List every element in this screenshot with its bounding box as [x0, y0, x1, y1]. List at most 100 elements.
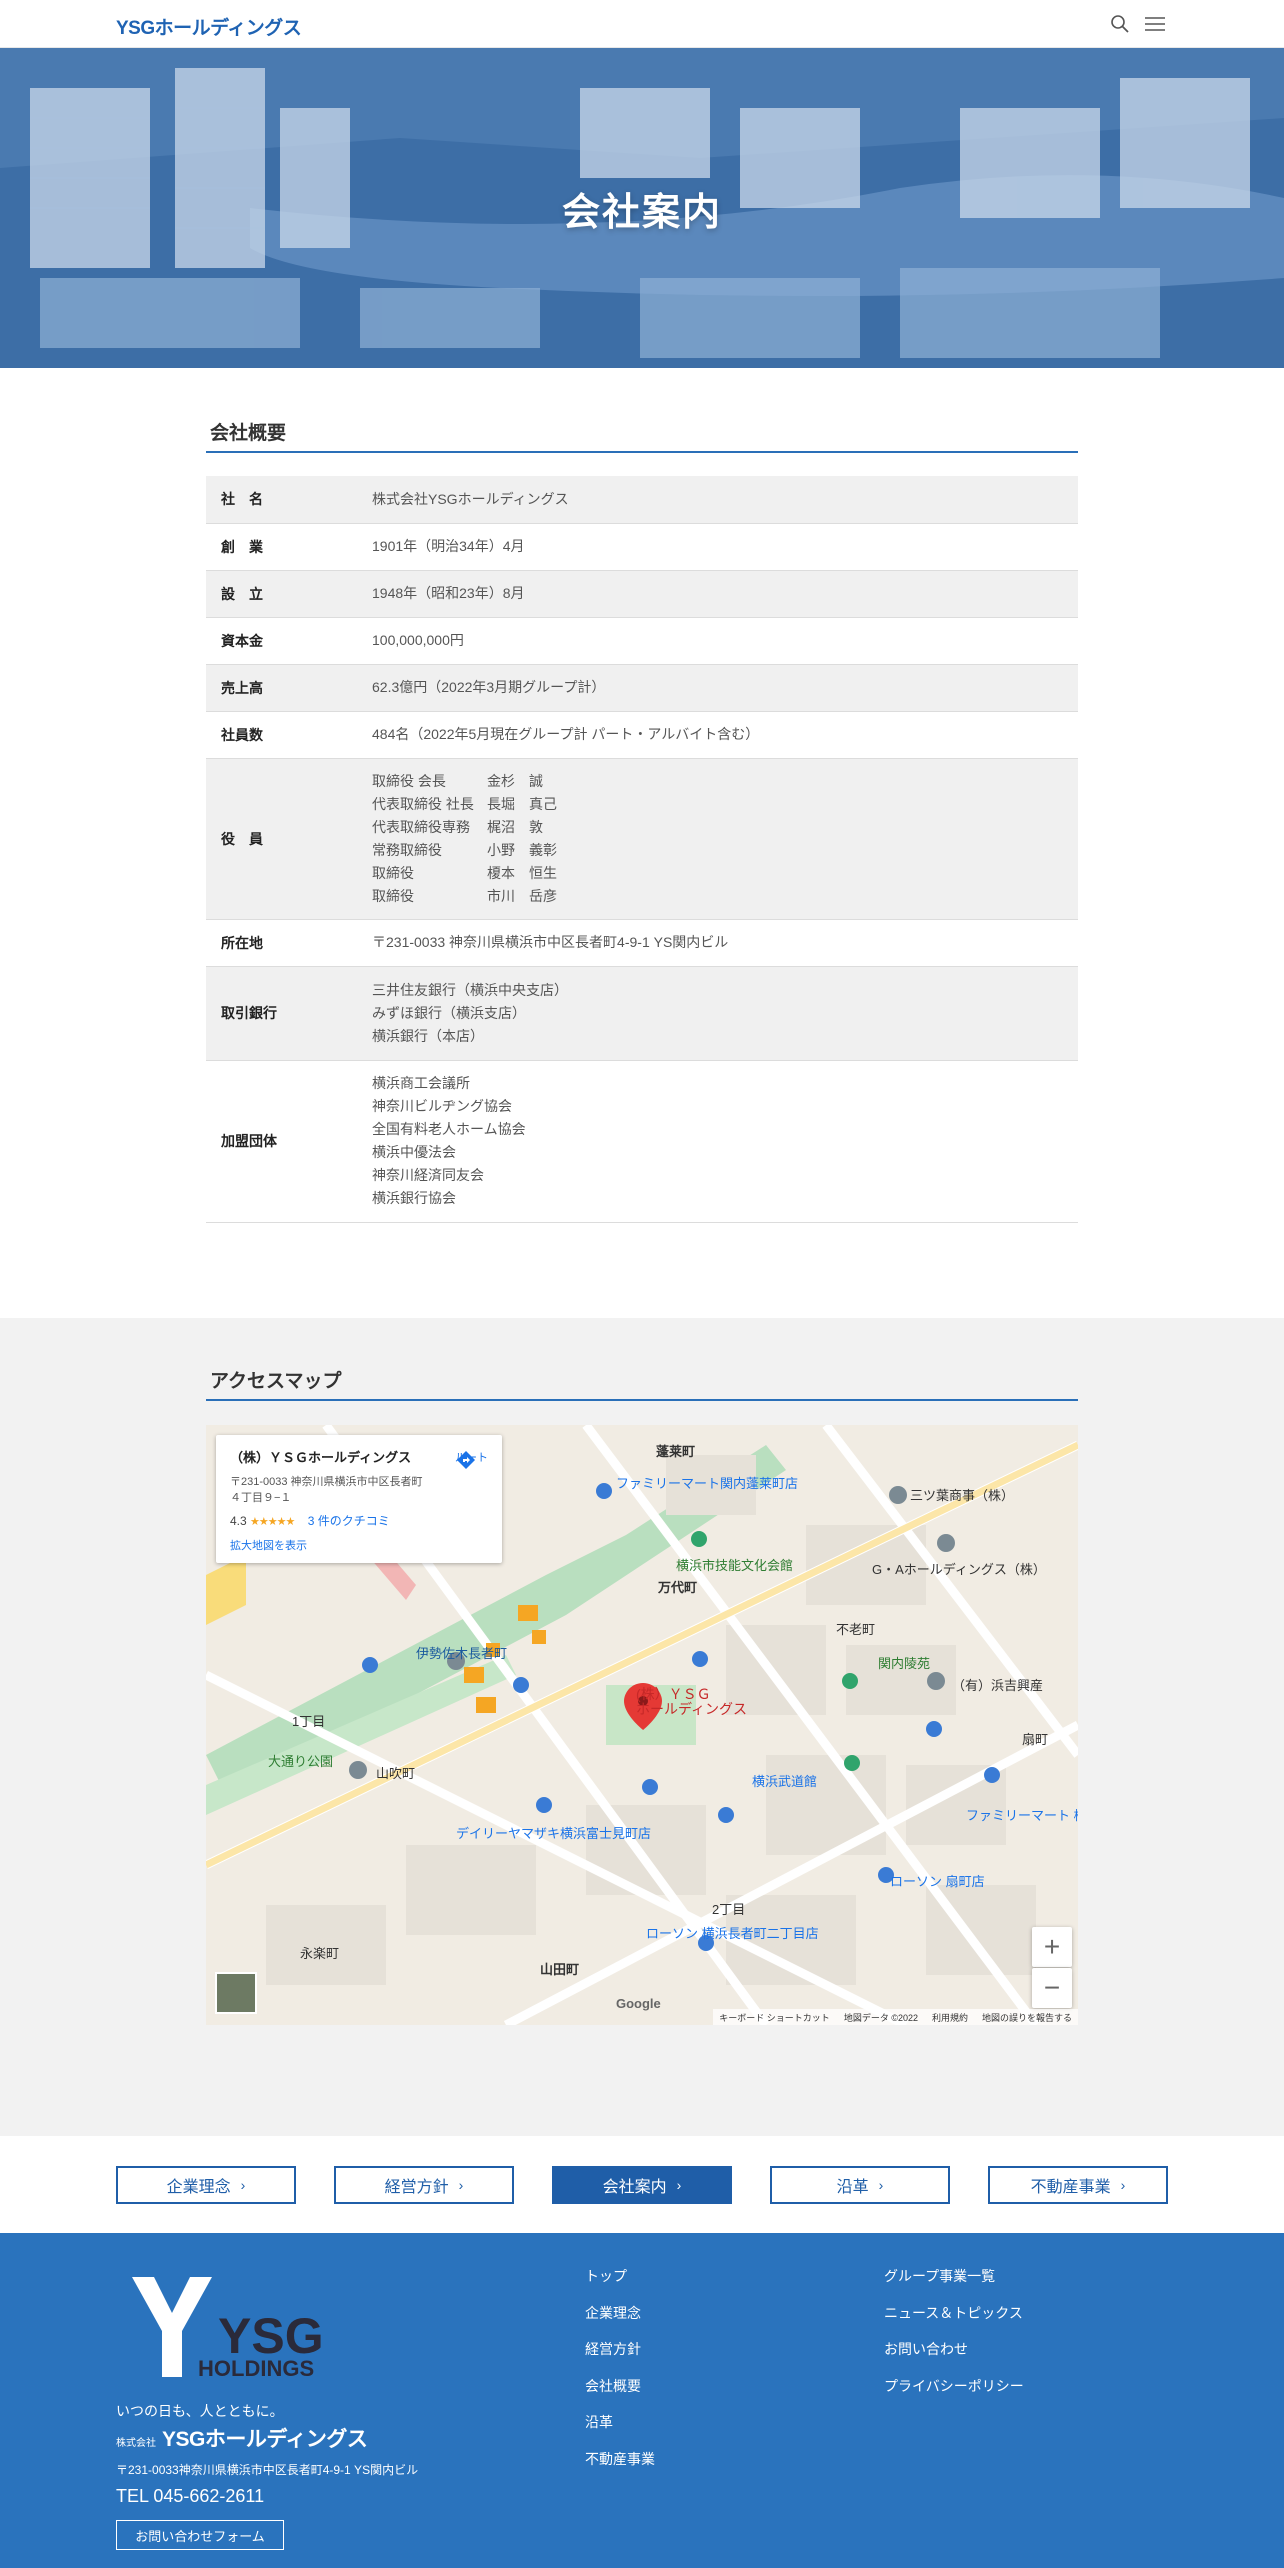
chevron-right-icon: › — [878, 2177, 884, 2193]
ysg-holdings-logo[interactable]: YSG HOLDINGS — [128, 2273, 348, 2383]
place-rating: 4.3 ★★★★★ 3 件のクチコミ — [230, 1514, 390, 1528]
row-value: 1901年（明治34年）4月 — [372, 538, 525, 554]
row-value: 1948年（昭和23年）8月 — [372, 585, 525, 601]
row-label: 役 員 — [221, 830, 263, 847]
footer-tel[interactable]: TEL 045-662-2611 — [116, 2486, 264, 2507]
map-label[interactable]: ローソン 扇町店 — [890, 1871, 985, 1890]
table-row: 加盟団体 横浜商工会議所 神奈川ビルヂング協会 全国有料老人ホーム協会 横浜中優… — [206, 1060, 1078, 1222]
officer-entry: 代表取締役専務 梶沼 敦 — [372, 818, 543, 835]
chevron-right-icon: › — [676, 2177, 682, 2193]
footer-link[interactable]: 経営方針 — [585, 2341, 655, 2378]
table-row: 売上高 62.3億円（2022年3月期グループ計） — [206, 664, 1078, 711]
reviews-link[interactable]: 3 件のクチコミ — [308, 1514, 390, 1528]
table-row: 役 員 取締役 会長 金杉 誠 代表取締役 社長 長堀 真己 代表取締役専務 梶沼 敦… — [206, 758, 1078, 919]
keyboard-shortcuts-link[interactable]: キーボード ショートカット — [719, 2011, 830, 2024]
officer-entry: 取締役 会長 金杉 誠 — [372, 772, 543, 789]
map-label[interactable]: 横浜武道館 — [752, 1771, 817, 1790]
enlarge-map-link[interactable]: 拡大地図を表示 — [230, 1537, 488, 1553]
search-icon[interactable] — [1110, 14, 1130, 34]
row-label: 創 業 — [221, 538, 263, 555]
map-label[interactable]: ファミリーマート 横浜ポートピア横浜 — [966, 1805, 1078, 1824]
map-label: 関内陵苑 — [878, 1656, 931, 1671]
chevron-right-icon: › — [458, 2177, 464, 2193]
map-label: 大通り公園 — [268, 1754, 334, 1769]
footer-link[interactable]: お問い合わせ — [884, 2341, 1024, 2378]
site-footer: YSG HOLDINGS いつの日も、人とともに。 株式会社 YSGホールディン… — [0, 2233, 1284, 2568]
footer-tagline: いつの日も、人とともに。 — [116, 2403, 284, 2419]
map-label[interactable]: デイリーヤマザキ横浜富士見町店 — [456, 1823, 651, 1842]
row-label: 取引銀行 — [221, 1005, 277, 1021]
map-label[interactable]: G・Aホールディングス（株） — [872, 1559, 1046, 1578]
report-error-link[interactable]: 地図の誤りを報告する — [982, 2011, 1072, 2024]
table-row: 所在地 〒231-0033 神奈川県横浜市中区長者町4-9-1 YS関内ビル — [206, 919, 1078, 966]
row-value: 株式会社YSGホールディングス — [372, 490, 569, 507]
row-label: 資本金 — [221, 632, 263, 649]
nav-button-real-estate[interactable]: 不動産事業 › — [988, 2166, 1168, 2204]
embedded-map[interactable]: (株）ＹＳＧ ホールディングス 三ツ葉商事（株） G・Aホールディングス（株） フ… — [206, 1425, 1078, 2025]
site-logo[interactable]: YSGホールディングス — [116, 13, 302, 40]
directions-icon — [457, 1451, 475, 1469]
row-value: 〒231-0033 神奈川県横浜市中区長者町4-9-1 YS関内ビル — [372, 934, 729, 950]
nav-button-company[interactable]: 会社案内 › — [552, 2166, 732, 2204]
row-label: 社 名 — [221, 491, 263, 508]
section-nav: 企業理念 › 経営方針 › 会社案内 › 沿革 › 不動産事業 › — [116, 2166, 1168, 2204]
chevron-right-icon: › — [240, 2177, 246, 2193]
row-label: 所在地 — [221, 934, 263, 951]
officer-entry: 代表取締役 社長 長堀 真己 — [372, 795, 557, 812]
table-row: 社員数 484名（2022年5月現在グループ計 パート・アルバイト含む） — [206, 711, 1078, 758]
map-label[interactable]: ファミリーマート関内蓬莱町店 — [616, 1473, 798, 1492]
star-icon: ★★★★★ — [250, 1516, 295, 1528]
footer-link[interactable]: トップ — [585, 2268, 655, 2305]
nav-button-history[interactable]: 沿革 › — [770, 2166, 950, 2204]
footer-link[interactable]: グループ事業一覧 — [884, 2268, 1024, 2305]
table-row: 取引銀行 三井住友銀行（横浜中央支店） みずほ銀行（横浜支店） 横浜銀行（本店） — [206, 966, 1078, 1060]
map-label: 伊勢佐木長者町 — [416, 1646, 508, 1661]
zoom-out-button[interactable]: − — [1032, 1968, 1072, 2008]
table-row: 資本金 100,000,000円 — [206, 617, 1078, 664]
footer-link[interactable]: 会社概要 — [585, 2378, 655, 2415]
footer-link[interactable]: 企業理念 — [585, 2305, 655, 2342]
map-label: 万代町 — [658, 1580, 698, 1595]
footer-link[interactable]: 不動産事業 — [585, 2451, 655, 2488]
row-label: 売上高 — [221, 679, 263, 696]
row-value: 484名（2022年5月現在グループ計 パート・アルバイト含む） — [372, 726, 760, 742]
terms-link[interactable]: 利用規約 — [932, 2011, 968, 2024]
map-marker-label[interactable]: (株）ＹＳＧ ホールディングス — [636, 1687, 747, 1717]
footer-link[interactable]: 沿革 — [585, 2414, 655, 2451]
map-label[interactable]: 三ツ葉商事（株） — [910, 1485, 1014, 1504]
footer-links-primary: トップ 企業理念 経営方針 会社概要 沿革 不動産事業 — [585, 2268, 655, 2487]
page-title: 会社案内 — [561, 191, 722, 234]
footer-link[interactable]: プライバシーポリシー — [884, 2378, 1024, 2415]
map-label[interactable]: ローソン 横浜長者町二丁目店 — [646, 1923, 819, 1942]
chevron-right-icon: › — [1120, 2177, 1126, 2193]
footer-company-name: 株式会社 YSGホールディングス — [116, 2428, 368, 2451]
place-address: 〒231-0033 神奈川県横浜市中区長者町４丁目９−１ — [230, 1476, 423, 1504]
row-value: 100,000,000円 — [372, 632, 464, 648]
row-value: 取締役 会長 金杉 誠 代表取締役 社長 長堀 真己 代表取締役専務 梶沼 敦 常務取… — [372, 758, 1078, 919]
map-label: 不老町 — [836, 1622, 876, 1637]
access-heading: アクセスマップ — [206, 1366, 1078, 1401]
row-value: 三井住友銀行（横浜中央支店） みずほ銀行（横浜支店） 横浜銀行（本店） — [372, 981, 568, 1044]
zoom-in-button[interactable]: + — [1032, 1927, 1072, 1967]
route-button[interactable]: ルート — [455, 1449, 488, 1469]
menu-icon[interactable] — [1144, 15, 1166, 33]
hero-banner: 会社案内 — [0, 48, 1284, 368]
place-info-card: （株）ＹＳＧホールディングス 〒231-0033 神奈川県横浜市中区長者町４丁目… — [216, 1435, 502, 1563]
map-label[interactable]: （有）浜吉興産 — [952, 1675, 1043, 1694]
nav-button-philosophy[interactable]: 企業理念 › — [116, 2166, 296, 2204]
row-label: 加盟団体 — [221, 1133, 277, 1149]
officer-entry: 取締役 榎本 恒生 — [372, 864, 557, 881]
officer-entry: 常務取締役 小野 義彰 — [372, 841, 557, 858]
map-label: 永楽町 — [300, 1946, 340, 1961]
contact-form-button[interactable]: お問い合わせフォーム — [116, 2520, 284, 2550]
place-title: （株）ＹＳＧホールディングス — [230, 1450, 412, 1465]
map-label: 蓬莱町 — [656, 1444, 696, 1459]
map-attribution: キーボード ショートカット 地図データ ©2022 利用規約 地図の誤りを報告す… — [713, 2009, 1078, 2025]
svg-text:HOLDINGS: HOLDINGS — [198, 2356, 314, 2381]
nav-button-policy[interactable]: 経営方針 › — [334, 2166, 514, 2204]
officer-entry: 取締役 市川 岳彦 — [372, 887, 557, 904]
table-row: 社 名 株式会社YSGホールディングス — [206, 476, 1078, 523]
company-overview-table: 社 名 株式会社YSGホールディングス 創 業 1901年（明治34年）4月 設… — [206, 476, 1078, 1223]
footer-link[interactable]: ニュース＆トピックス — [884, 2305, 1024, 2342]
google-logo: Google — [616, 1996, 661, 2011]
